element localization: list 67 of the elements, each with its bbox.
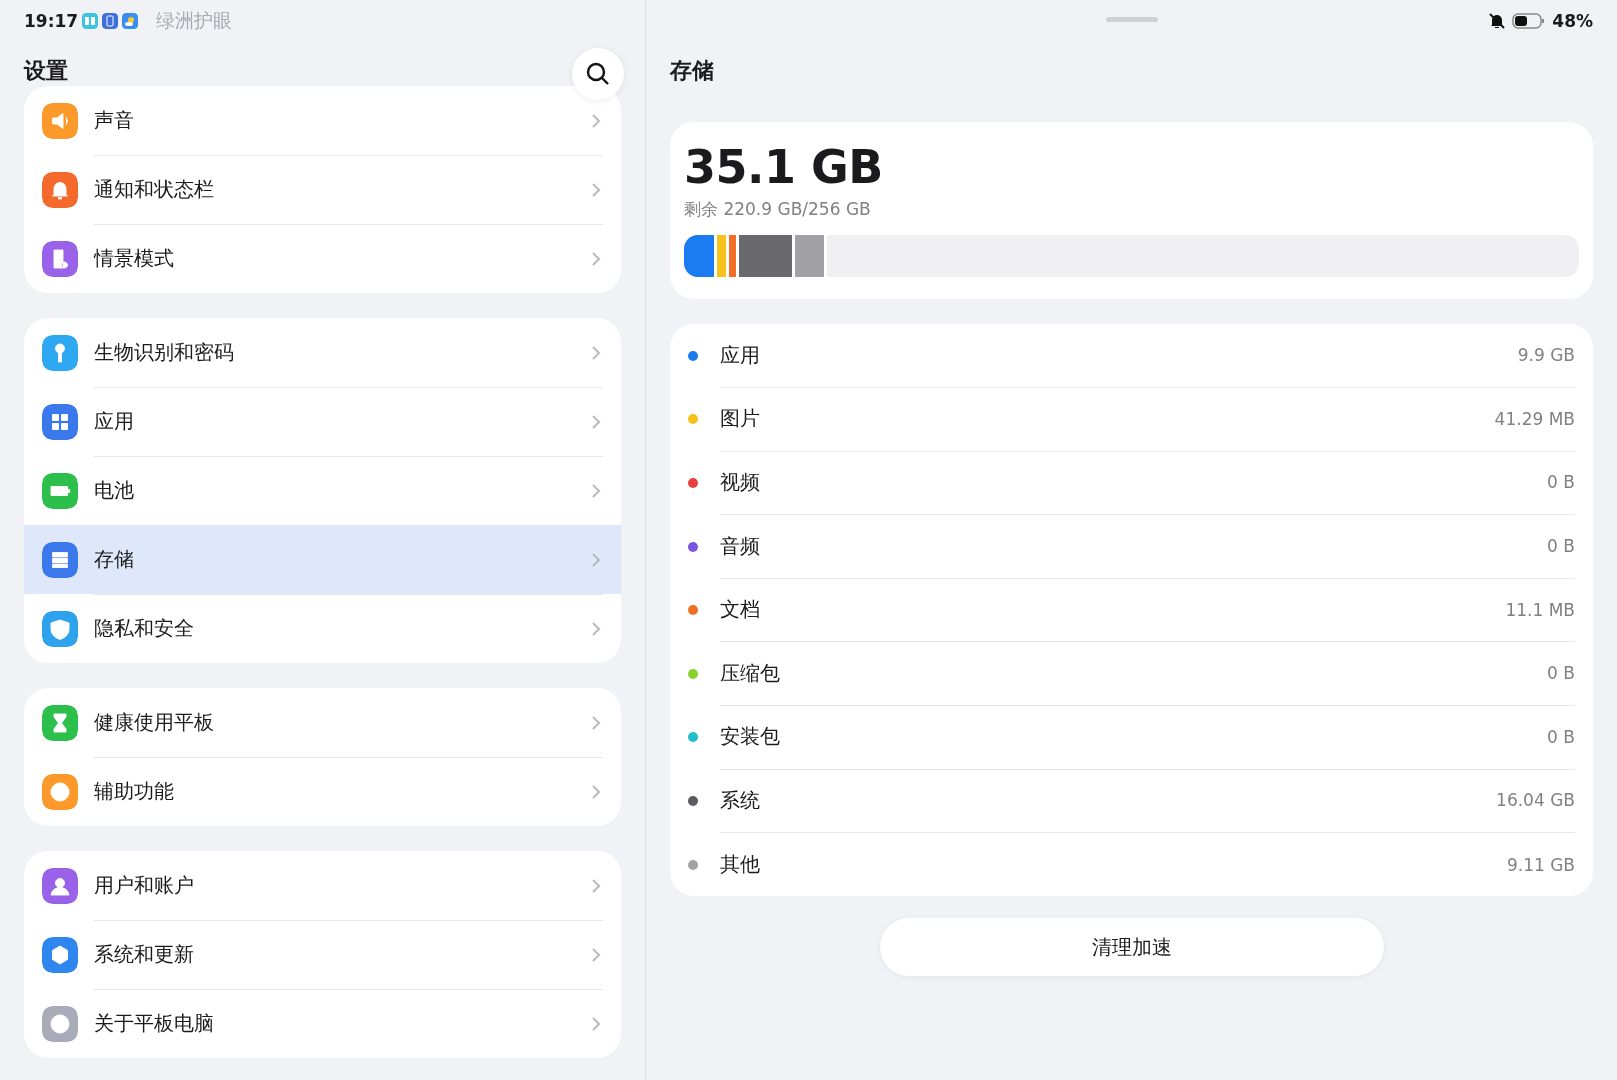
settings-item[interactable]: 隐私和安全 xyxy=(24,594,621,663)
category-size: 16.04 GB xyxy=(1496,790,1575,811)
hourglass-icon xyxy=(42,704,78,741)
category-label[interactable]: 音频 xyxy=(720,532,1548,560)
drag-handle[interactable] xyxy=(1105,17,1158,22)
category-size: 41.29 MB xyxy=(1494,408,1575,429)
category-label[interactable]: 文档 xyxy=(720,596,1506,624)
clean-button[interactable]: 清理加速 xyxy=(879,918,1384,977)
storage-title: 存储 xyxy=(670,57,714,85)
battery-status-icon xyxy=(1512,12,1547,30)
category-label[interactable]: 视频 xyxy=(720,469,1548,496)
category-size: 9.9 GB xyxy=(1517,345,1575,366)
speaker-icon xyxy=(42,102,78,139)
category-label[interactable]: 图片 xyxy=(720,405,1495,433)
settings-item[interactable]: 生物识别和密码 xyxy=(24,318,621,387)
search-icon xyxy=(585,61,611,87)
chevron-icon xyxy=(591,620,601,637)
chevron-icon xyxy=(591,714,601,731)
settings-title: 设置 xyxy=(24,57,68,85)
chevron-icon xyxy=(591,344,601,361)
remaining-storage: 剩余 220.9 GB/256 GB xyxy=(684,198,872,221)
chevron-icon xyxy=(591,482,601,499)
user-icon xyxy=(42,867,78,904)
battery-icon xyxy=(42,472,78,509)
category-size: 11.1 MB xyxy=(1505,599,1575,620)
status-time: 19:17 xyxy=(24,11,79,31)
chevron-icon xyxy=(591,413,601,430)
chevron-icon xyxy=(591,112,601,129)
key-icon xyxy=(42,334,78,371)
category-size: 0 B xyxy=(1547,472,1575,493)
chevron-icon xyxy=(591,181,601,198)
settings-item[interactable]: 用户和账户 xyxy=(24,851,621,920)
settings-item[interactable]: 存储 xyxy=(24,525,621,594)
category-label[interactable]: 其他 xyxy=(720,851,1507,879)
settings-item[interactable]: 辅助功能 xyxy=(24,757,621,826)
bell-icon xyxy=(42,171,78,208)
category-size: 0 B xyxy=(1547,536,1575,557)
chevron-icon xyxy=(591,946,601,963)
book-icon xyxy=(82,13,99,29)
weather-icon xyxy=(122,13,139,29)
settings-item[interactable]: 关于平板电脑 xyxy=(24,989,621,1058)
settings-item[interactable]: 系统和更新 xyxy=(24,920,621,989)
category-label[interactable]: 系统 xyxy=(720,786,1497,814)
battery-percent: 48% xyxy=(1552,11,1593,31)
settings-item[interactable]: 健康使用平板 xyxy=(24,688,621,757)
phone-clock-icon xyxy=(42,240,78,277)
settings-item[interactable]: 应用 xyxy=(24,387,621,456)
settings-item[interactable]: 声音 xyxy=(24,86,621,155)
category-label[interactable]: 应用 xyxy=(720,341,1518,369)
grid-icon xyxy=(42,403,78,440)
category-size: 9.11 GB xyxy=(1506,854,1575,875)
category-label[interactable]: 安装包 xyxy=(720,723,1548,751)
settings-item[interactable]: 情景模式 xyxy=(24,224,621,293)
chevron-icon xyxy=(591,250,601,267)
muted-bell-icon xyxy=(1488,12,1507,30)
shield-icon xyxy=(42,610,78,647)
category-size: 0 B xyxy=(1547,726,1575,747)
category-label[interactable]: 压缩包 xyxy=(720,659,1548,687)
list-icon xyxy=(42,541,78,578)
chevron-icon xyxy=(591,783,601,800)
category-size: 0 B xyxy=(1547,663,1575,684)
chevron-icon xyxy=(591,877,601,894)
chevron-icon xyxy=(591,551,601,568)
search-button[interactable] xyxy=(572,48,624,100)
settings-item[interactable]: 通知和状态栏 xyxy=(24,155,621,224)
chevron-icon xyxy=(591,1015,601,1032)
used-storage: 35.1 GB xyxy=(684,140,884,194)
